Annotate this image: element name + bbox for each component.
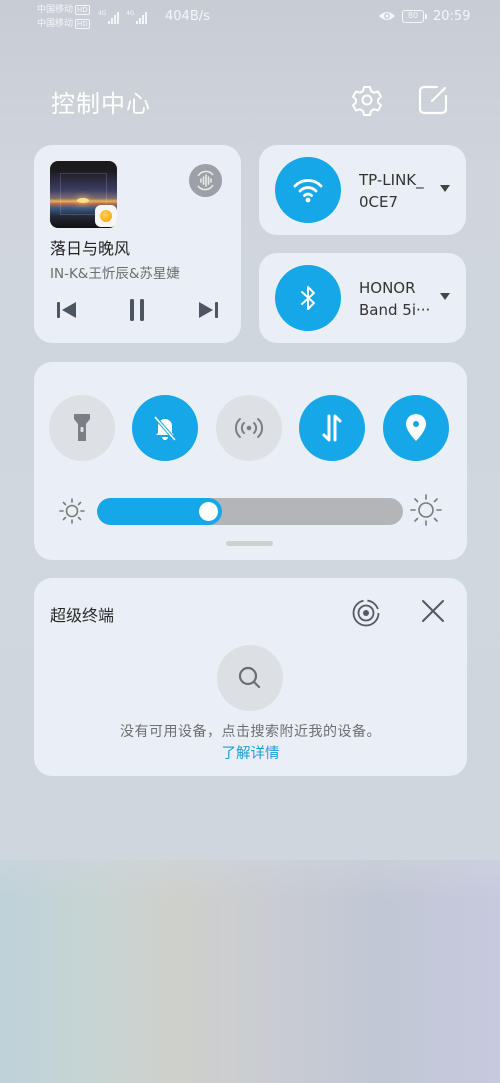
edit-icon[interactable] [417, 84, 449, 116]
artist-name: IN-K&王忻辰&苏星婕 [50, 266, 180, 282]
pause-icon[interactable] [124, 297, 150, 323]
super-device-card: 超级终端 没有可用设备，点击搜索附近我的设备。 了解详情 [34, 578, 467, 776]
background-fade [0, 820, 500, 900]
wifi-network-name: TP-LINK_ 0CE7 [359, 169, 424, 213]
flashlight-toggle[interactable] [49, 395, 115, 461]
media-card[interactable]: 落日与晚风 IN-K&王忻辰&苏星婕 [34, 145, 241, 343]
gear-icon[interactable] [351, 84, 383, 116]
mobile-data-toggle[interactable] [299, 395, 365, 461]
close-icon[interactable] [420, 598, 446, 624]
bluetooth-dropdown-icon[interactable] [440, 293, 450, 300]
broadcast-icon [234, 418, 264, 438]
flashlight-icon [74, 414, 90, 441]
search-icon [238, 666, 261, 689]
wifi-icon [293, 179, 323, 203]
music-app-icon [95, 205, 117, 227]
data-transfer-icon [322, 414, 342, 442]
network-speed: 404B/s [165, 9, 210, 24]
hd-badge: HD [75, 19, 90, 29]
learn-more-link[interactable]: 了解详情 [34, 742, 467, 763]
battery-level: 80 [407, 11, 419, 20]
song-title: 落日与晚风 [50, 239, 131, 258]
eye-comfort-icon [379, 12, 395, 20]
bell-off-icon [153, 415, 177, 442]
signal-icon-sim2: 4G [126, 10, 148, 24]
next-track-icon[interactable] [195, 297, 221, 323]
quick-toggles-card [34, 362, 467, 560]
scan-devices-icon[interactable] [351, 598, 381, 628]
wifi-card[interactable]: TP-LINK_ 0CE7 [259, 145, 466, 235]
wifi-toggle[interactable] [275, 157, 341, 223]
carrier-1: 中国移动 HD [37, 5, 90, 15]
bluetooth-icon [301, 286, 315, 310]
hd-badge: HD [75, 5, 90, 15]
bt-name-line1: HONOR [359, 279, 416, 297]
wifi-dropdown-icon[interactable] [440, 185, 450, 192]
bluetooth-card[interactable]: HONOR Band 5i··· [259, 253, 466, 343]
search-devices-button[interactable] [217, 645, 283, 711]
super-device-title: 超级终端 [50, 606, 115, 625]
bt-name-line2: Band 5i··· [359, 301, 431, 319]
album-sunset [77, 198, 89, 203]
signal-icon-sim1: 4G [98, 10, 120, 24]
location-pin-icon [406, 414, 426, 441]
carrier-2: 中国移动 HD [37, 19, 90, 29]
brightness-slider[interactable] [97, 498, 403, 525]
brightness-slider-thumb[interactable] [199, 502, 218, 521]
brightness-high-icon [410, 494, 442, 526]
wifi-name-line1: TP-LINK_ [359, 171, 424, 189]
carrier-1-name: 中国移动 [37, 5, 74, 15]
battery-icon: 80 [402, 10, 427, 23]
brightness-low-icon [59, 498, 85, 524]
network-type: 4G [126, 10, 135, 17]
empty-state-message: 没有可用设备，点击搜索附近我的设备。 [120, 724, 381, 740]
previous-track-icon[interactable] [54, 297, 80, 323]
carrier-2-name: 中国移动 [37, 19, 74, 29]
status-bar: 中国移动 HD 中国移动 HD 4G 4G 404B/s 80 20:59 [0, 0, 500, 34]
expand-handle[interactable] [226, 541, 273, 546]
page-title: 控制中心 [51, 90, 151, 118]
wifi-name-line2: 0CE7 [359, 193, 399, 211]
network-type: 4G [98, 10, 107, 17]
location-toggle[interactable] [383, 395, 449, 461]
bluetooth-toggle[interactable] [275, 265, 341, 331]
nfc-toggle[interactable] [216, 395, 282, 461]
clock: 20:59 [433, 9, 471, 24]
audio-output-icon[interactable] [189, 164, 222, 197]
silent-mode-toggle[interactable] [132, 395, 198, 461]
bluetooth-device-name: HONOR Band 5i··· [359, 277, 430, 321]
